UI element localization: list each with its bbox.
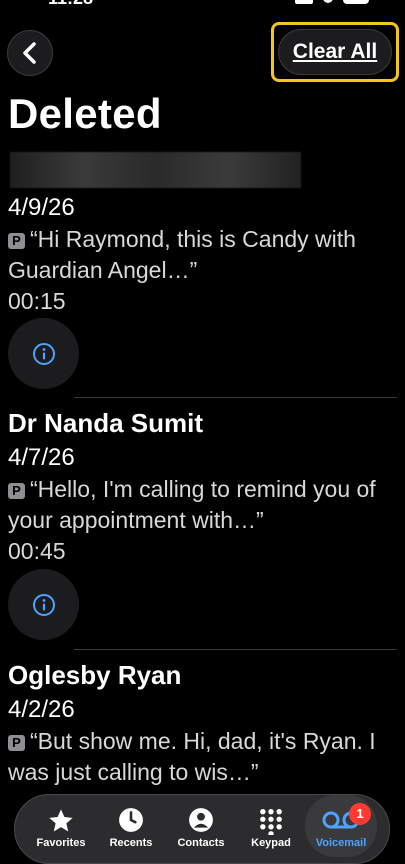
signal-icon xyxy=(295,0,313,4)
transcript-badge: P xyxy=(8,483,25,499)
tab-contacts[interactable]: Contacts xyxy=(165,795,237,851)
page-title: Deleted xyxy=(8,90,162,137)
tab-bar: Favorites Recents Contacts Keypad 1 Voic… xyxy=(14,794,390,864)
info-icon xyxy=(32,593,55,616)
status-time: 11:28 xyxy=(48,0,93,9)
voicemail-date: 4/7/26 xyxy=(8,444,75,471)
tab-label: Keypad xyxy=(251,837,291,849)
voicemail-badge: 1 xyxy=(349,803,371,825)
tab-label: Contacts xyxy=(177,837,225,849)
info-icon xyxy=(32,342,55,365)
back-button[interactable] xyxy=(7,30,53,76)
tab-favorites[interactable]: Favorites xyxy=(25,795,97,851)
voicemail-duration: 00:45 xyxy=(8,538,66,564)
status-bar: 11:28 xyxy=(0,0,405,12)
status-icons xyxy=(295,0,369,4)
info-button[interactable] xyxy=(8,569,79,640)
transcript-text: “But show me. Hi, dad, it's Ryan. I was … xyxy=(8,728,376,785)
clock-icon xyxy=(119,808,143,832)
transcript-text: “Hello, I'm calling to remind you of you… xyxy=(8,476,376,533)
voicemail-date: 4/9/26 xyxy=(8,194,75,221)
tab-label: Recents xyxy=(109,837,153,849)
divider xyxy=(74,397,397,398)
battery-icon xyxy=(343,0,369,4)
tab-label: Favorites xyxy=(36,837,86,849)
transcript-badge: P xyxy=(8,735,25,751)
person-icon xyxy=(189,808,213,832)
star-icon xyxy=(49,809,73,832)
voicemail-transcript: P “Hi Raymond, this is Candy with Guardia… xyxy=(8,224,398,286)
voicemail-transcript: P “But show me. Hi, dad, it's Ryan. I was… xyxy=(8,726,398,788)
tab-label: Voicemail xyxy=(315,837,367,849)
tab-keypad[interactable]: Keypad xyxy=(235,795,307,851)
transcript-text: “Hi Raymond, this is Candy with Guardian… xyxy=(8,226,356,283)
tab-recents[interactable]: Recents xyxy=(95,795,167,851)
clear-all-button[interactable]: Clear All xyxy=(278,29,392,75)
voicemail-transcript: P “Hello, I'm calling to remind you of yo… xyxy=(8,474,398,536)
tab-voicemail[interactable]: 1 Voicemail xyxy=(305,795,377,857)
caller-name: Dr Nanda Sumit xyxy=(8,408,204,438)
chevron-left-icon xyxy=(23,42,36,64)
transcript-badge: P xyxy=(8,233,25,249)
divider xyxy=(74,649,397,650)
voicemail-date: 4/2/26 xyxy=(8,696,75,723)
caller-name: Oglesby Ryan xyxy=(8,660,182,690)
wifi-icon xyxy=(323,0,333,3)
info-button[interactable] xyxy=(8,318,79,389)
voicemail-duration: 00:15 xyxy=(8,288,66,314)
caller-name-redacted xyxy=(10,152,301,188)
keypad-icon xyxy=(260,808,282,835)
